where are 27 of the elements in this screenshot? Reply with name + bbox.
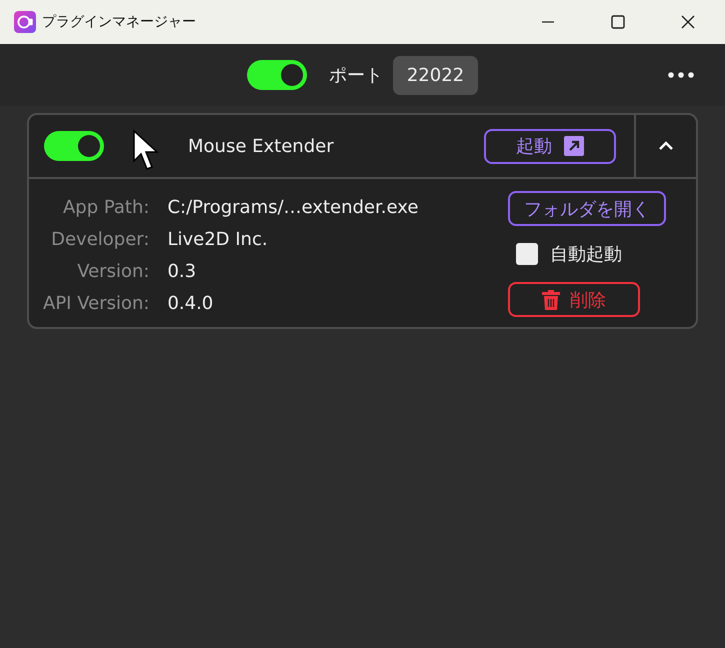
app-icon (14, 11, 36, 33)
more-icon[interactable] (668, 72, 694, 78)
open-folder-button[interactable]: フォルダを開く (508, 191, 666, 226)
port-field[interactable]: 22022 (392, 56, 478, 94)
close-icon[interactable] (681, 15, 695, 29)
maximize-icon[interactable] (611, 15, 625, 29)
server-toggle[interactable] (246, 60, 307, 90)
trash-icon (542, 290, 560, 310)
detail-value: C:/Programs/…extender.exe (167, 197, 418, 218)
port-label: ポート (328, 64, 383, 87)
detail-value: 0.3 (167, 261, 198, 282)
detail-label: API Version: (43, 293, 150, 314)
auto-start-checkbox[interactable] (516, 243, 538, 265)
detail-label: App Path: (62, 197, 150, 218)
auto-start-label: 自動起動 (550, 243, 622, 266)
chevron-icon (658, 141, 674, 151)
window-title: プラグインマネージャー (42, 13, 196, 31)
plugin-toggle[interactable] (44, 131, 104, 161)
detail-value: Live2D Inc. (167, 229, 269, 250)
detail-value: 0.4.0 (167, 293, 214, 314)
detail-label: Developer: (50, 229, 150, 250)
plugin-name: Mouse Extender (188, 136, 334, 156)
external-link-icon (564, 136, 584, 156)
detail-label: Version: (76, 261, 150, 282)
launch-button[interactable]: 起動 (484, 128, 616, 164)
cursor-icon (132, 129, 162, 173)
delete-button[interactable]: 削除 (508, 282, 640, 317)
